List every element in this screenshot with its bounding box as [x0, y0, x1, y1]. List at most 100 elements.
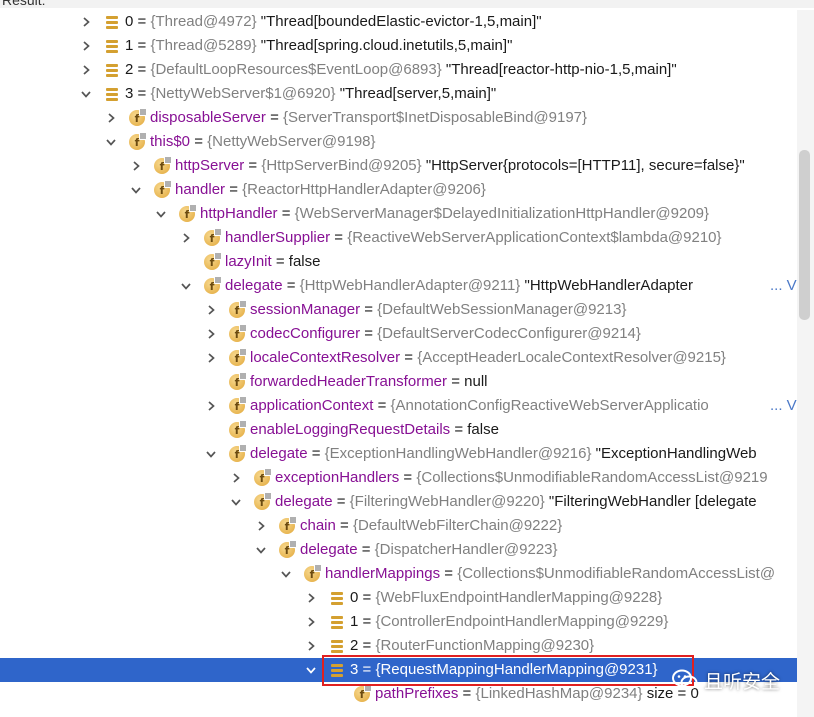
field-icon: f — [254, 468, 272, 486]
node-type: {NettyWebServer$1@6920} — [150, 85, 336, 102]
tree-row[interactable]: 2 = {DefaultLoopResources$EventLoop@6893… — [0, 58, 814, 82]
chevron-down-icon[interactable] — [129, 178, 143, 202]
field-icon: f — [229, 348, 247, 366]
chevron-right-icon[interactable] — [104, 106, 118, 130]
chevron-down-icon[interactable] — [204, 442, 218, 466]
chevron-right-icon[interactable] — [129, 154, 143, 178]
result-header: Result: — [0, 0, 814, 8]
node-text: disposableServer = {ServerTransport$Inet… — [150, 106, 587, 130]
equals-sign: = — [335, 517, 353, 534]
tree-row[interactable]: f chain = {DefaultWebFilterChain@9222} — [0, 514, 814, 538]
watermark: 且听安全 — [672, 663, 780, 697]
field-icon: f — [229, 396, 247, 414]
equals-sign: = — [373, 397, 391, 414]
tree-row[interactable]: 1 = {Thread@5289} "Thread[spring.cloud.i… — [0, 34, 814, 58]
chevron-right-icon[interactable] — [229, 466, 243, 490]
field-icon: f — [204, 228, 222, 246]
tree-row[interactable]: f handlerMappings = {Collections$Unmodifi… — [0, 562, 814, 586]
node-name: disposableServer — [150, 109, 266, 126]
node-value: null — [464, 373, 488, 390]
chevron-down-icon[interactable] — [254, 538, 268, 562]
node-value: "Thread[server,5,main]" — [339, 85, 497, 102]
tree-row[interactable]: f handler = {ReactorHttpHandlerAdapter@92… — [0, 178, 814, 202]
chevron-right-icon[interactable] — [204, 298, 218, 322]
node-text: lazyInit = false — [225, 250, 320, 274]
equals-sign: = — [133, 61, 151, 78]
tree-row[interactable]: f delegate = {DispatcherHandler@9223} — [0, 538, 814, 562]
field-icon: f — [154, 180, 172, 198]
equals-sign: = — [190, 133, 208, 150]
node-type: {Thread@4972} — [150, 13, 257, 30]
array-item-icon — [329, 590, 345, 606]
tree-row[interactable]: f codecConfigurer = {DefaultServerCodecCo… — [0, 322, 814, 346]
array-item-icon — [104, 38, 120, 54]
node-type: {AcceptHeaderLocaleContextResolver@9215} — [417, 349, 726, 366]
node-name: delegate — [300, 541, 358, 558]
tree-row[interactable]: f delegate = {FilteringWebHandler@9220} "… — [0, 490, 814, 514]
equals-sign: = — [440, 565, 458, 582]
chevron-right-icon[interactable] — [204, 394, 218, 418]
chevron-right-icon[interactable] — [204, 322, 218, 346]
chevron-down-icon[interactable] — [304, 658, 318, 682]
tree-row[interactable]: 3 = {NettyWebServer$1@6920} "Thread[serv… — [0, 82, 814, 106]
chevron-down-icon[interactable] — [179, 274, 193, 298]
scrollbar-track[interactable] — [797, 10, 814, 717]
node-value: "Thread[boundedElastic-evictor-1,5,main]… — [260, 13, 542, 30]
variables-tree[interactable]: 0 = {Thread@4972} "Thread[boundedElastic… — [0, 10, 814, 717]
node-name: enableLoggingRequestDetails — [250, 421, 451, 438]
chevron-right-icon[interactable] — [179, 226, 193, 250]
tree-row[interactable]: f lazyInit = false — [0, 250, 814, 274]
tree-row[interactable]: f delegate = {HttpWebHandlerAdapter@9211}… — [0, 274, 814, 298]
node-name: codecConfigurer — [250, 325, 361, 342]
chevron-right-icon[interactable] — [254, 514, 268, 538]
tree-row[interactable]: f httpHandler = {WebServerManager$Delayed… — [0, 202, 814, 226]
chevron-down-icon[interactable] — [79, 82, 93, 106]
tree-row[interactable]: f localeContextResolver = {AcceptHeaderLo… — [0, 346, 814, 370]
wechat-icon — [672, 669, 698, 691]
field-icon: f — [204, 276, 222, 294]
node-name: delegate — [225, 277, 283, 294]
chevron-right-icon[interactable] — [79, 58, 93, 82]
chevron-right-icon[interactable] — [204, 346, 218, 370]
tree-row[interactable]: 0 = {WebFluxEndpointHandlerMapping@9228} — [0, 586, 814, 610]
node-text: httpHandler = {WebServerManager$DelayedI… — [200, 202, 709, 226]
node-text: handler = {ReactorHttpHandlerAdapter@920… — [175, 178, 486, 202]
scrollbar-thumb[interactable] — [799, 150, 810, 320]
node-text: handlerMappings = {Collections$Unmodifia… — [325, 562, 775, 586]
node-text: delegate = {DispatcherHandler@9223} — [300, 538, 558, 562]
tree-row[interactable]: 1 = {ControllerEndpointHandlerMapping@92… — [0, 610, 814, 634]
node-type: {WebFluxEndpointHandlerMapping@9228} — [375, 589, 663, 606]
chevron-right-icon[interactable] — [304, 586, 318, 610]
tree-row[interactable]: f sessionManager = {DefaultWebSessionMana… — [0, 298, 814, 322]
chevron-down-icon[interactable] — [229, 490, 243, 514]
tree-row[interactable]: f this$0 = {NettyWebServer@9198} — [0, 130, 814, 154]
chevron-down-icon[interactable] — [154, 202, 168, 226]
array-item-icon — [104, 14, 120, 30]
field-icon: f — [229, 372, 247, 390]
tree-row[interactable]: f exceptionHandlers = {Collections$Unmodi… — [0, 466, 814, 490]
node-name: localeContextResolver — [250, 349, 401, 366]
equals-sign: = — [450, 421, 468, 438]
tree-row[interactable]: f disposableServer = {ServerTransport$Ine… — [0, 106, 814, 130]
tree-row[interactable]: f handlerSupplier = {ReactiveWebServerApp… — [0, 226, 814, 250]
tree-row[interactable]: f httpServer = {HttpServerBind@9205} "Htt… — [0, 154, 814, 178]
field-icon: f — [129, 132, 147, 150]
tree-row[interactable]: f forwardedHeaderTransformer = null — [0, 370, 814, 394]
watermark-text: 且听安全 — [704, 671, 781, 693]
chevron-down-icon[interactable] — [279, 562, 293, 586]
tree-row[interactable]: 0 = {Thread@4972} "Thread[boundedElastic… — [0, 10, 814, 34]
field-icon: f — [179, 204, 197, 222]
node-text: 0 = {Thread@4972} "Thread[boundedElastic… — [125, 10, 542, 34]
chevron-right-icon[interactable] — [304, 634, 318, 658]
node-text: sessionManager = {DefaultWebSessionManag… — [250, 298, 626, 322]
chevron-down-icon[interactable] — [104, 130, 118, 154]
tree-row[interactable]: f applicationContext = {AnnotationConfigR… — [0, 394, 814, 418]
tree-row[interactable]: f delegate = {ExceptionHandlingWebHandler… — [0, 442, 814, 466]
tree-row[interactable]: f enableLoggingRequestDetails = false — [0, 418, 814, 442]
chevron-right-icon[interactable] — [79, 34, 93, 58]
node-name: delegate — [250, 445, 308, 462]
node-name: lazyInit — [225, 253, 272, 270]
chevron-right-icon[interactable] — [304, 610, 318, 634]
node-text: this$0 = {NettyWebServer@9198} — [150, 130, 376, 154]
chevron-right-icon[interactable] — [79, 10, 93, 34]
